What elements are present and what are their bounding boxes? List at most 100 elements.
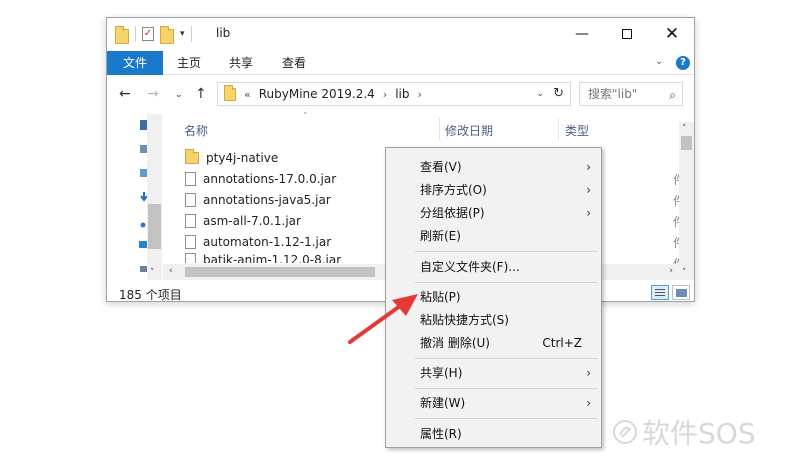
thumbnail-icon [676,289,687,297]
submenu-arrow-icon: › [586,160,591,174]
menu-item-customize-folder[interactable]: 自定义文件夹(F)... [386,256,601,278]
breadcrumb-lib[interactable]: lib [395,87,409,101]
file-icon [185,172,196,186]
scroll-down-icon[interactable]: ˅ [682,268,687,278]
item-count: 185 个项目 [119,288,182,302]
details-view-button[interactable] [651,285,669,300]
help-icon[interactable]: ? [676,56,690,70]
column-header-date-modified[interactable]: 修改日期 [445,122,493,139]
file-name: asm-all-7.0.1.jar [203,214,301,228]
refresh-icon[interactable]: ↻ [553,86,564,101]
file-name: batik-anim-1.12.0-8.jar [203,253,342,263]
scroll-left-icon[interactable]: ‹ [169,266,173,276]
address-bar[interactable]: « RubyMine 2019.2.4 › lib › ⌄ ↻ [217,82,571,106]
file-name: automaton-1.12-1.jar [203,235,332,249]
scrollbar-thumb[interactable] [148,204,161,249]
properties-check-icon[interactable]: ✓ [142,27,154,41]
maximize-button[interactable] [607,22,647,46]
tab-home[interactable]: 主页 [177,51,201,75]
title-bar: ✓ ▾ lib — ✕ [107,18,694,50]
scroll-right-icon[interactable]: › [669,266,673,276]
menu-separator [415,282,598,283]
watermark-text: 软件SOS [642,417,756,450]
recent-locations-icon[interactable]: ⌄ [175,90,183,100]
address-overflow[interactable]: « [244,88,251,101]
breadcrumb-rubymine[interactable]: RubyMine 2019.2.4 [259,87,375,101]
maximize-icon [622,29,632,39]
search-placeholder: 搜索"lib" [588,87,638,101]
file-name: pty4j-native [206,151,279,165]
menu-separator [415,251,598,252]
navigation-pane-scrollbar[interactable]: ˅ [147,114,162,280]
list-lines-icon [655,289,665,290]
menu-item-label: 分组依据(P) [420,206,485,220]
folder-icon[interactable] [115,25,129,44]
folder-icon [185,149,199,164]
menu-item-refresh[interactable]: 刷新(E) [386,225,601,247]
new-folder-icon[interactable] [160,25,174,44]
menu-item-properties[interactable]: 属性(R) [386,423,601,445]
customize-toolbar-dropdown-icon[interactable]: ▾ [180,29,185,39]
menu-item-label: 粘贴(P) [420,290,461,304]
menu-item-new[interactable]: 新建(W) › [386,392,601,414]
tab-share[interactable]: 共享 [229,51,253,75]
search-icon[interactable]: ⌕ [669,84,676,106]
submenu-arrow-icon: › [586,396,591,410]
menu-item-shortcut: Ctrl+Z [542,336,582,350]
navigation-pane: ˅ [107,114,163,280]
close-button[interactable]: ✕ [652,22,692,46]
file-list-vertical-scrollbar[interactable]: ˄ ˅ [679,122,694,280]
menu-item-label: 刷新(E) [420,229,461,243]
list-item[interactable]: annotations-java5.jar [185,190,331,210]
folder-icon [224,84,236,101]
menu-item-label: 查看(V) [420,160,462,174]
forward-button[interactable]: → [147,86,159,102]
menu-item-label: 新建(W) [420,396,466,410]
tab-file[interactable]: 文件 [107,51,163,75]
submenu-arrow-icon: › [586,366,591,380]
list-item[interactable]: asm-all-7.0.1.jar [185,211,301,231]
scrollbar-thumb[interactable] [185,267,375,277]
back-button[interactable]: ← [119,86,131,102]
menu-item-sort-by[interactable]: 排序方式(O) › [386,179,601,201]
menu-item-group-by[interactable]: 分组依据(P) › [386,202,601,224]
column-header-type[interactable]: 类型 [565,122,589,139]
minimize-button[interactable]: — [562,22,602,46]
column-divider[interactable] [558,118,559,140]
breadcrumb-separator[interactable]: › [383,88,387,101]
up-button[interactable]: ↑ [195,86,207,102]
sort-ascending-icon: ˄ [303,112,308,122]
search-input[interactable]: 搜索"lib" ⌕ [579,82,683,106]
quick-access-toolbar: ✓ ▾ [115,25,192,44]
menu-item-label: 属性(R) [420,427,462,441]
list-item[interactable]: pty4j-native [185,148,278,168]
window-title: lib [216,26,231,40]
scroll-down-icon[interactable]: ˅ [150,268,155,278]
menu-item-label: 粘贴快捷方式(S) [420,313,509,327]
list-item[interactable]: batik-anim-1.12.0-8.jar [185,253,341,263]
file-icon [185,253,196,263]
menu-item-share[interactable]: 共享(H) › [386,362,601,384]
submenu-arrow-icon: › [586,206,591,220]
red-annotation-arrow-icon [348,294,418,344]
list-item[interactable]: annotations-17.0.0.jar [185,169,336,189]
file-icon [185,214,196,228]
scrollbar-thumb[interactable] [681,136,692,150]
column-header-name[interactable]: 名称 [184,122,208,139]
column-divider[interactable] [439,118,440,140]
navigation-bar: ← → ⌄ ↑ « RubyMine 2019.2.4 › lib › ⌄ ↻ … [107,78,694,110]
list-item[interactable]: automaton-1.12-1.jar [185,232,331,252]
menu-item-label: 排序方式(O) [420,183,487,197]
menu-separator [415,358,598,359]
large-icons-view-button[interactable] [672,285,690,300]
address-dropdown-icon[interactable]: ⌄ [536,89,544,99]
scroll-up-icon[interactable]: ˄ [682,124,687,134]
submenu-arrow-icon: › [586,183,591,197]
menu-item-view[interactable]: 查看(V) › [386,156,601,178]
breadcrumb-separator[interactable]: › [418,88,422,101]
expand-ribbon-icon[interactable]: ⌄ [655,56,663,67]
tab-view[interactable]: 查看 [282,51,306,75]
list-lines-icon [655,295,665,296]
menu-separator [415,388,598,389]
toolbar-divider [190,26,192,42]
